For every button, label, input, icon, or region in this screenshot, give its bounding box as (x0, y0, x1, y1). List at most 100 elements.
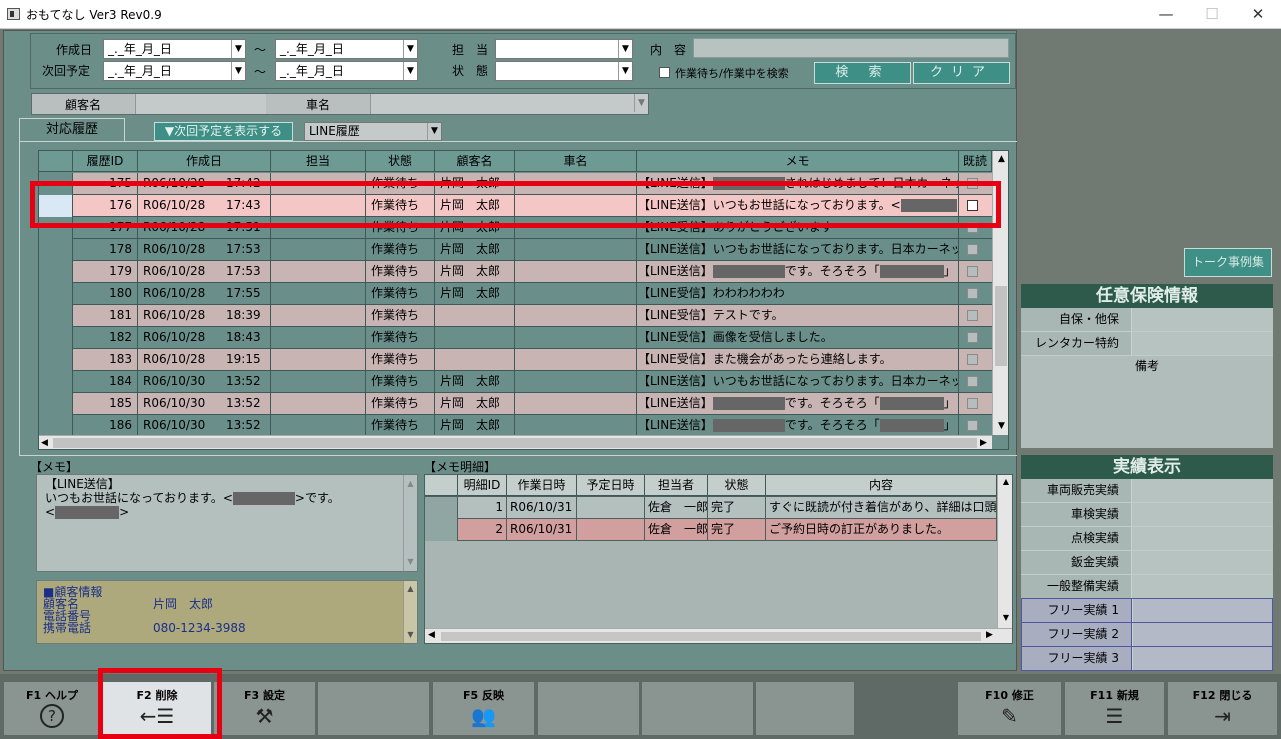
scroll-thumb[interactable] (995, 286, 1007, 366)
chevron-down-icon[interactable]: ▼ (634, 94, 648, 112)
close-button[interactable]: ✕ (1235, 0, 1281, 29)
column-header[interactable]: 担当者 (645, 475, 708, 496)
chevron-down-icon[interactable]: ▼ (618, 40, 632, 58)
column-header[interactable]: 車名 (515, 151, 637, 172)
detail-vertical-scrollbar[interactable]: ▲ ▼ (997, 475, 1012, 628)
column-header[interactable]: メモ (637, 151, 959, 172)
scroll-up-icon[interactable]: ▲ (993, 151, 1008, 168)
f1-help-button[interactable]: F1 ヘルプ? (3, 681, 101, 736)
row-header[interactable] (39, 305, 73, 327)
chevron-down-icon[interactable]: ▼ (403, 62, 417, 80)
search-button[interactable]: 検 索 (814, 62, 911, 84)
row-header[interactable] (39, 415, 73, 437)
table-row[interactable]: 186 R06/10/30 13:52 作業待ち 片岡 太郎 【LINE送信】 です。そろそ… (39, 415, 992, 437)
read-checkbox[interactable] (967, 354, 978, 365)
history-filter-select[interactable]: LINE履歴 ▼ (304, 122, 442, 141)
scroll-right-icon[interactable]: ▶ (980, 436, 987, 449)
tab-history[interactable]: 対応履歴 (19, 118, 125, 142)
row-header[interactable] (39, 371, 73, 393)
detail-row[interactable]: 1 R06/10/31 佐倉 一郎 完了 すぐに既読が付き着信があり、詳細は口頭 (425, 497, 997, 519)
detail-row[interactable]: 2 R06/10/31 佐倉 一郎 完了 ご予約日時の訂正がありました。 (425, 519, 997, 541)
column-header[interactable]: 既読 (959, 151, 992, 172)
f6-button[interactable] (537, 681, 640, 736)
scroll-down-icon[interactable]: ▼ (998, 613, 1012, 622)
next-to-input[interactable]: _._年_月_日 ▼ (275, 61, 418, 81)
scroll-thumb[interactable] (441, 632, 981, 641)
column-header[interactable]: 内容 (766, 475, 997, 496)
column-header[interactable]: 予定日時 (577, 475, 645, 496)
created-to-input[interactable]: _._年_月_日 ▼ (275, 39, 418, 59)
f12-close-button[interactable]: F12 閉じる ⇥ (1167, 681, 1278, 736)
read-checkbox[interactable] (967, 376, 978, 387)
read-checkbox[interactable] (967, 244, 978, 255)
read-checkbox[interactable] (967, 310, 978, 321)
f5-apply-button[interactable]: F5 反映 👥 (432, 681, 535, 736)
grid-header: 履歴ID 作成日 担当 状態 顧客名 車名 メモ 既読 (39, 151, 992, 173)
memo-textarea[interactable]: 【LINE送信】 いつもお世話になっております。< >です。 < > ▲ ▼ (36, 474, 418, 572)
scroll-right-icon[interactable]: ▶ (986, 630, 993, 640)
table-row[interactable]: 182 R06/10/28 18:43 作業待ち 【LINE受信】画像を受信しました。 (39, 327, 992, 349)
detail-horizontal-scrollbar[interactable]: ◀ ▶ (425, 628, 1012, 643)
table-row[interactable]: 184 R06/10/30 13:52 作業待ち 片岡 太郎 【LINE送信】いつもお世話… (39, 371, 992, 393)
scroll-up-icon[interactable]: ▲ (998, 477, 1012, 486)
read-checkbox[interactable] (967, 332, 978, 343)
column-header[interactable]: 明細ID (458, 475, 507, 496)
f7-button[interactable] (641, 681, 754, 736)
table-row[interactable]: 180 R06/10/28 17:55 作業待ち 片岡 太郎 【LINE受信】わわわわわわ (39, 283, 992, 305)
car-name-select[interactable]: ▼ (370, 94, 648, 114)
chevron-down-icon[interactable]: ▼ (231, 62, 245, 80)
read-checkbox[interactable] (967, 398, 978, 409)
customer-name-input[interactable] (135, 94, 266, 114)
column-header[interactable]: 作業日時 (507, 475, 577, 496)
column-header[interactable]: 担当 (271, 151, 366, 172)
chevron-down-icon[interactable]: ▼ (231, 40, 245, 58)
content-input[interactable] (693, 38, 1009, 58)
table-row[interactable]: 183 R06/10/28 19:15 作業待ち 【LINE受信】また機会があったら連絡… (39, 349, 992, 371)
talk-examples-button[interactable]: トーク事例集 (1184, 248, 1272, 277)
scroll-thumb[interactable] (53, 438, 977, 448)
read-checkbox[interactable] (967, 266, 978, 277)
f10-edit-button[interactable]: F10 修正 ✎ (957, 681, 1062, 736)
chevron-down-icon[interactable]: ▼ (403, 40, 417, 58)
maximize-button[interactable]: ☐ (1189, 0, 1235, 29)
table-row[interactable]: 179 R06/10/28 17:53 作業待ち 片岡 太郎 【LINE送信】 です。そろそ… (39, 261, 992, 283)
scroll-left-icon[interactable]: ◀ (428, 630, 435, 640)
row-header[interactable] (425, 519, 458, 541)
column-header[interactable]: 履歴ID (73, 151, 138, 172)
created-from-input[interactable]: _._年_月_日 ▼ (103, 39, 246, 59)
row-header[interactable] (425, 497, 458, 519)
f4-button[interactable] (317, 681, 430, 736)
minimize-button[interactable]: — (1143, 0, 1189, 29)
column-header[interactable]: 状態 (366, 151, 435, 172)
f8-button[interactable] (755, 681, 855, 736)
show-next-button[interactable]: ▼次回予定を表示する (154, 122, 293, 141)
row-header[interactable] (39, 283, 73, 305)
row-header[interactable] (39, 327, 73, 349)
staff-select[interactable]: ▼ (495, 39, 633, 59)
clear-button[interactable]: クリア (913, 62, 1010, 84)
chevron-down-icon[interactable]: ▼ (427, 123, 441, 140)
customer-scrollbar[interactable]: ▲ ▼ (403, 581, 417, 643)
status-select[interactable]: ▼ (495, 61, 633, 81)
table-row[interactable]: 181 R06/10/28 18:39 作業待ち 【LINE受信】テストです。 (39, 305, 992, 327)
table-row[interactable]: 185 R06/10/30 13:52 作業待ち 片岡 太郎 【LINE送信】 です。そろそ… (39, 393, 992, 415)
row-header[interactable] (39, 349, 73, 371)
scroll-down-icon[interactable]: ▼ (993, 418, 1008, 435)
row-header[interactable] (39, 261, 73, 283)
memo-scrollbar[interactable]: ▲ ▼ (403, 475, 417, 571)
f11-new-button[interactable]: F11 新規 ☰ (1064, 681, 1165, 736)
table-row[interactable]: 178 R06/10/28 17:53 作業待ち 片岡 太郎 【LINE送信】いつもお世話… (39, 239, 992, 261)
waiting-checkbox[interactable] (659, 67, 670, 78)
f3-settings-button[interactable]: F3 設定 ⚒ (213, 681, 316, 736)
next-from-input[interactable]: _._年_月_日 ▼ (103, 61, 246, 81)
column-header[interactable]: 状態 (708, 475, 766, 496)
read-checkbox[interactable] (967, 420, 978, 431)
scroll-left-icon[interactable]: ◀ (41, 436, 48, 449)
column-header[interactable]: 顧客名 (435, 151, 515, 172)
horizontal-scrollbar[interactable]: ◀ ▶ (39, 435, 992, 449)
chevron-down-icon[interactable]: ▼ (618, 62, 632, 80)
read-checkbox[interactable] (967, 288, 978, 299)
row-header[interactable] (39, 393, 73, 415)
row-header[interactable] (39, 239, 73, 261)
column-header[interactable]: 作成日 (138, 151, 271, 172)
